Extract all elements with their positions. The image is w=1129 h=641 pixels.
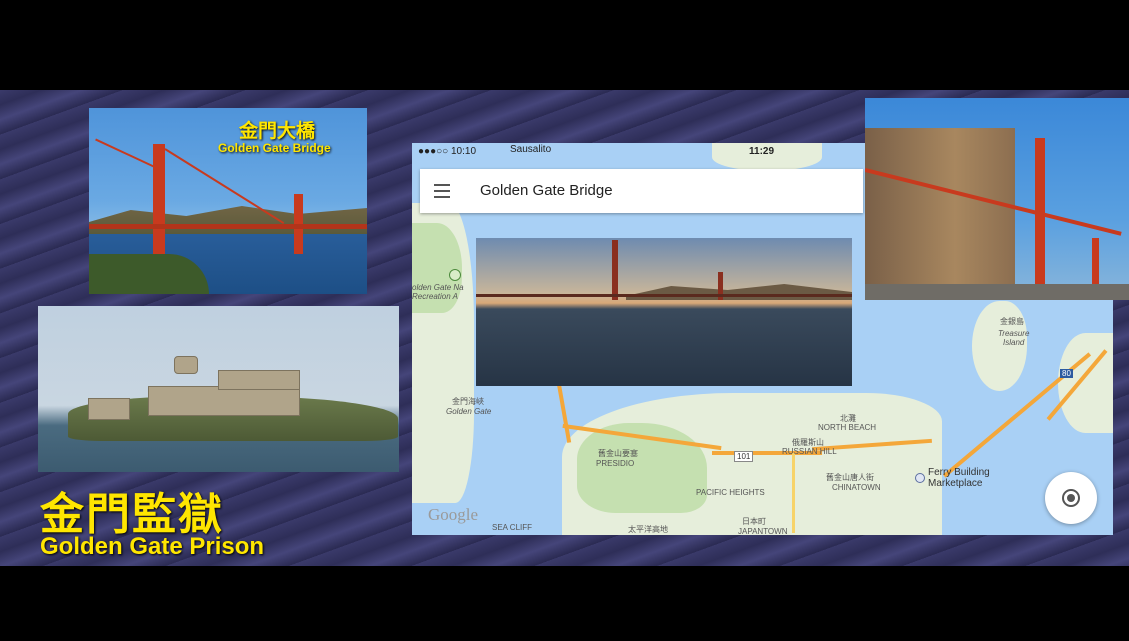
- map-label-strait-cjk: 金門海峽: [452, 397, 484, 406]
- map-label-sea-cliff: SEA CLIFF: [492, 523, 533, 532]
- map-label-russian-hill-en: RUSSIAN HILL: [782, 447, 837, 456]
- highway-shield-101: 101: [734, 451, 754, 462]
- status-time: 11:29: [749, 146, 775, 157]
- bridge-caption-cjk: 金門大橋: [239, 120, 316, 142]
- map-label-treasure-en: Treasure Island: [998, 329, 1030, 347]
- prison-building: [88, 398, 130, 420]
- letterbox-bottom: [0, 566, 1129, 641]
- map-label-treasure-cjk: 金銀島: [1000, 317, 1024, 326]
- map-label-japantown-cjk: 日本町: [742, 517, 766, 526]
- bridge-tower: [153, 144, 165, 264]
- video-frame: 金門大橋 Golden Gate Bridge 金門監獄 Golden Gate…: [0, 90, 1129, 566]
- prison-building: [148, 386, 300, 416]
- map-label-strait-en: Golden Gate: [446, 407, 492, 416]
- map-label-ferry-building: Ferry Building Marketplace: [928, 467, 990, 489]
- bridge-caption-en: Golden Gate Bridge: [218, 141, 331, 155]
- bridge-sunset-photo[interactable]: [476, 238, 852, 386]
- map-label-north-beach-en: NORTH BEACH: [818, 423, 877, 432]
- bridge-tower: [1092, 238, 1099, 288]
- alcatraz-photo: [38, 306, 399, 472]
- water-tower: [174, 356, 198, 374]
- prison-building: [218, 370, 300, 390]
- map-label-russian-hill-cjk: 俄羅斯山: [792, 438, 824, 447]
- letterbox-top: [0, 0, 1129, 90]
- golden-gate-bridge-photo: 金門大橋 Golden Gate Bridge: [89, 108, 367, 294]
- map-label-presidio-en: PRESIDIO: [596, 459, 635, 468]
- map-label-chinatown-en: CHINATOWN: [832, 483, 881, 492]
- highway-shield-80: 80: [1060, 369, 1073, 378]
- status-carrier: ●●●○○ 10:10: [418, 146, 477, 157]
- my-location-button[interactable]: [1045, 472, 1097, 524]
- photo-hills: [626, 284, 852, 300]
- hamburger-menu-icon[interactable]: [434, 184, 450, 198]
- photo-trees: [89, 254, 209, 294]
- fort-wall: [865, 128, 1015, 300]
- google-logo: Google: [428, 505, 479, 524]
- photo-ground: [865, 284, 1129, 300]
- bridge-deck: [89, 224, 367, 229]
- map-label-north-beach-cjk: 北灘: [840, 414, 856, 423]
- map-road: [556, 383, 572, 443]
- bridge-cable: [95, 138, 160, 170]
- bridge-tower: [612, 240, 618, 300]
- map-label-pacific-heights: PACIFIC HEIGHTS: [696, 488, 765, 497]
- bridge-deck: [476, 294, 852, 297]
- map-label-presidio-cjk: 舊金山要塞: [598, 449, 638, 458]
- prison-caption-en: Golden Gate Prison: [40, 533, 265, 560]
- status-location: Sausalito: [510, 144, 552, 155]
- map-label-japantown-en: JAPANTOWN: [738, 527, 788, 535]
- map-label-recreation-area: olden Gate Na Recreation A: [412, 283, 464, 301]
- map-label-chinatown-cjk: 舊金山唐人街: [826, 473, 874, 482]
- transit-marker-icon: [915, 473, 925, 483]
- map-label-pac-heights-cjk: 太平洋高地: [628, 525, 668, 534]
- map-land-east-bay: [1058, 333, 1113, 433]
- fort-point-photo: [865, 98, 1129, 300]
- park-marker-icon: [449, 269, 461, 281]
- location-dot-icon: [1067, 494, 1075, 502]
- map-road: [792, 453, 795, 533]
- search-title[interactable]: Golden Gate Bridge: [480, 182, 613, 199]
- search-bar[interactable]: Golden Gate Bridge: [420, 169, 863, 213]
